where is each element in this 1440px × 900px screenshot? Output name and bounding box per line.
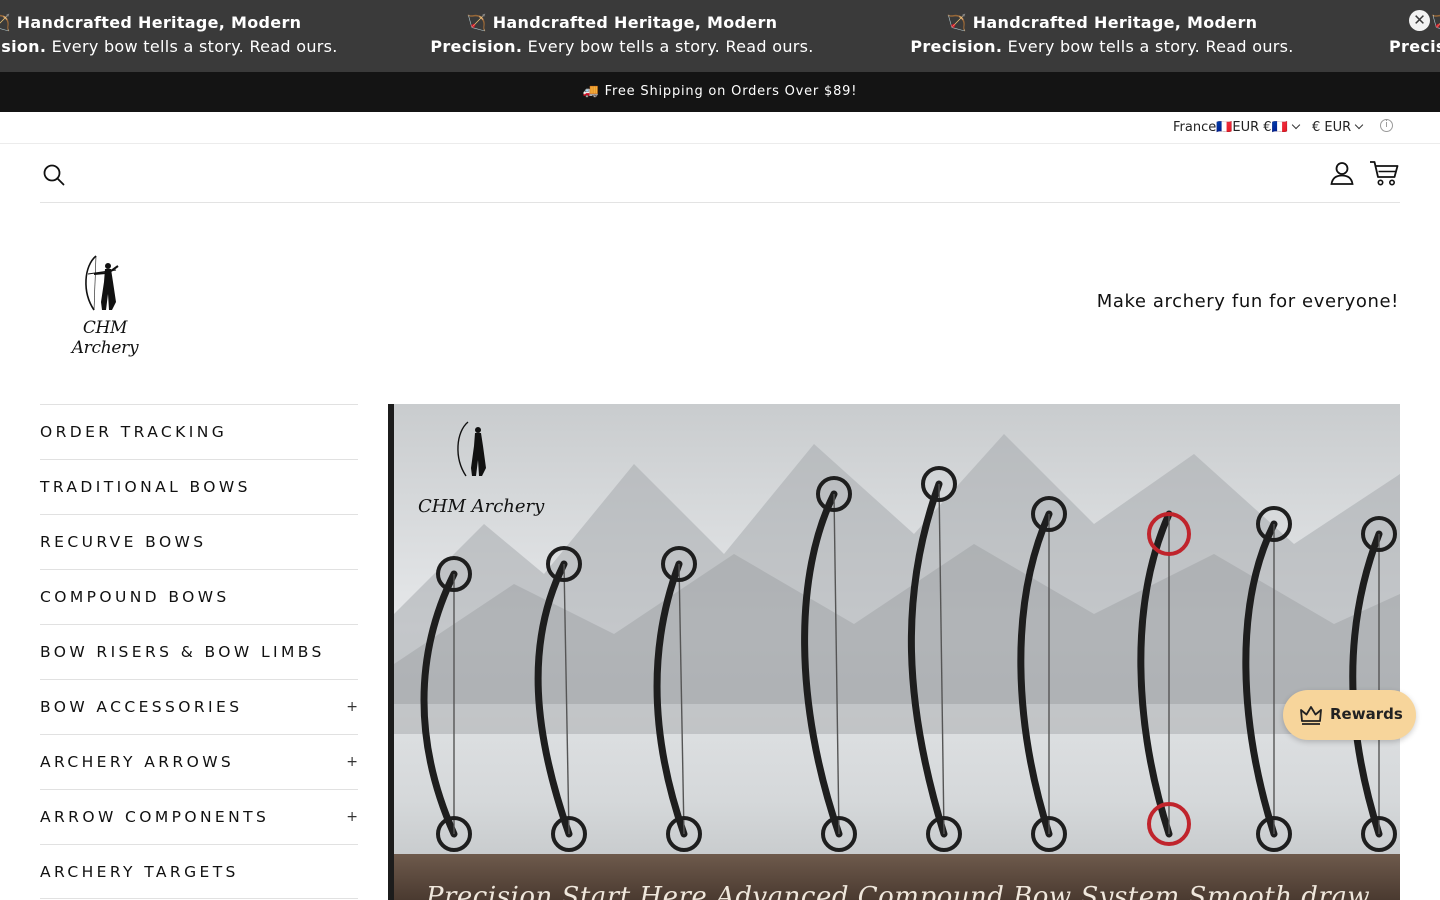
sidebar-item-bow-risers-limbs[interactable]: BOW RISERS & BOW LIMBS [40, 624, 358, 679]
logo-text: CHM Archery [71, 318, 139, 358]
shipping-text: 🚚 Free Shipping on Orders Over $89! [582, 84, 858, 99]
announcement-bold: Precision. [430, 37, 523, 56]
announcement-line: 🏹 Handcrafted Heritage, Modern [0, 13, 302, 32]
sidebar-item-label: ARCHERY ARROWS [40, 753, 235, 771]
close-icon[interactable]: ✕ [1409, 10, 1430, 31]
announcement-item: 🏹 Handcrafted Heritage, Modern Precision… [382, 11, 862, 59]
sidebar-nav: ORDER TRACKING TRADITIONAL BOWS RECURVE … [40, 404, 358, 899]
announcement-bar: 🏹 Handcrafted Heritage, Modern Precision… [0, 0, 1440, 72]
sidebar-item-traditional-bows[interactable]: TRADITIONAL BOWS [40, 459, 358, 514]
sidebar-item-label: ARCHERY TARGETS [40, 863, 239, 881]
info-icon[interactable]: i [1380, 119, 1393, 132]
country-selector[interactable]: France🇫🇷EUR €🇫🇷 [1173, 120, 1301, 135]
announcement-bold: Precision. [910, 37, 1003, 56]
sidebar-item-archery-targets[interactable]: ARCHERY TARGETS [40, 844, 358, 899]
sidebar-item-recurve-bows[interactable]: RECURVE BOWS [40, 514, 358, 569]
chevron-down-icon [1354, 120, 1364, 130]
hero-caption: Precision Start Here Advanced Compound B… [426, 882, 1371, 900]
currency-label: € EUR [1312, 120, 1352, 135]
hero-image [394, 404, 1400, 900]
shipping-bar: 🚚 Free Shipping on Orders Over $89! [0, 72, 1440, 112]
sidebar-item-label: BOW ACCESSORIES [40, 698, 243, 716]
sidebar-item-label: BOW RISERS & BOW LIMBS [40, 643, 325, 661]
announcement-line: 🏹 [1431, 13, 1440, 32]
sidebar-item-label: COMPOUND BOWS [40, 588, 230, 606]
account-icon[interactable] [1329, 160, 1355, 186]
sidebar-item-arrow-components[interactable]: ARROW COMPONENTS + [40, 789, 358, 844]
rewards-button[interactable]: Rewards [1283, 690, 1416, 740]
announcement-text: Every bow tells a story. Read ours. [522, 37, 814, 56]
sidebar-item-label: ORDER TRACKING [40, 423, 228, 441]
brand-logo[interactable]: CHM Archery [50, 248, 160, 358]
tagline: Make archery fun for everyone! [1096, 291, 1399, 312]
announcement-text: Every bow tells a story. Read ours. [1002, 37, 1294, 56]
currency-selector[interactable]: € EUR [1312, 120, 1364, 135]
cart-icon[interactable] [1369, 159, 1399, 187]
site-header [40, 145, 1400, 203]
rewards-label: Rewards [1330, 705, 1403, 723]
announcement-text: Every bow tells a story. Read ours. [46, 37, 338, 56]
expand-icon[interactable]: + [346, 680, 358, 734]
announcement-line: 🏹 Handcrafted Heritage, Modern [946, 13, 1258, 32]
sidebar-item-label: TRADITIONAL BOWS [40, 478, 251, 496]
hero-banner[interactable]: CHM Archery Precision Start Here Advance… [388, 404, 1400, 900]
announcement-item: 🏹 Handcrafted Heritage, Modern Precision… [862, 11, 1342, 59]
expand-icon[interactable]: + [346, 735, 358, 789]
sidebar-item-label: RECURVE BOWS [40, 533, 207, 551]
announcement-bold: Precision. [0, 37, 47, 56]
sidebar-item-order-tracking[interactable]: ORDER TRACKING [40, 404, 358, 459]
expand-icon[interactable]: + [346, 790, 358, 844]
sidebar-item-bow-accessories[interactable]: BOW ACCESSORIES + [40, 679, 358, 734]
announcement-bold: Precis [1389, 37, 1440, 56]
sidebar-item-label: ARROW COMPONENTS [40, 808, 270, 826]
announcement-item: 🏹 Handcrafted Heritage, Modern Precision… [0, 11, 386, 59]
country-label: France🇫🇷EUR €🇫🇷 [1173, 120, 1288, 135]
hero-logo-text: CHM Archery [418, 496, 545, 517]
chevron-down-icon [1291, 120, 1301, 130]
crown-icon [1300, 706, 1322, 725]
sidebar-item-archery-arrows[interactable]: ARCHERY ARROWS + [40, 734, 358, 789]
locale-bar: France🇫🇷EUR €🇫🇷 € EUR i [0, 113, 1440, 144]
archer-logo-icon [85, 255, 119, 311]
search-icon[interactable] [42, 163, 66, 187]
announcement-line: 🏹 Handcrafted Heritage, Modern [466, 13, 778, 32]
sidebar-item-compound-bows[interactable]: COMPOUND BOWS [40, 569, 358, 624]
